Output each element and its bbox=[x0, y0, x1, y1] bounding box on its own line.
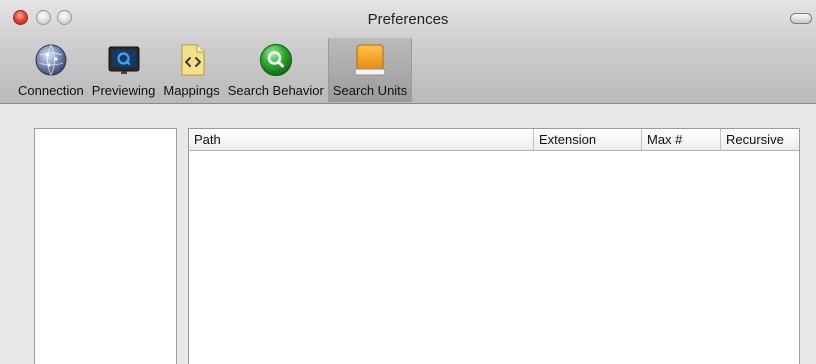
toolbar-item-search-behavior[interactable]: Search Behavior bbox=[224, 38, 328, 102]
toolbar-item-connection[interactable]: Connection bbox=[14, 38, 88, 102]
hard-drive-icon bbox=[352, 42, 388, 78]
table-header: Path Extension Max # Recursive bbox=[189, 129, 799, 151]
toolbar-label-search-units: Search Units bbox=[332, 83, 408, 98]
toolbar-item-previewing[interactable]: Previewing bbox=[88, 38, 160, 102]
toolbar-label-mappings: Mappings bbox=[163, 83, 220, 98]
globe-icon bbox=[33, 42, 69, 78]
toolbar-label-search-behavior: Search Behavior bbox=[227, 83, 324, 98]
search-units-list[interactable] bbox=[34, 128, 177, 364]
preferences-toolbar: Connection Previewing Mappings Search Be… bbox=[14, 38, 413, 102]
column-header-recursive[interactable]: Recursive bbox=[721, 129, 799, 150]
preferences-window: Preferences Connection Previewing Mappin… bbox=[0, 0, 816, 364]
magnifier-icon bbox=[258, 42, 294, 78]
toolbar-item-search-units[interactable]: Search Units bbox=[327, 38, 413, 102]
toolbar-toggle-button[interactable] bbox=[790, 13, 812, 24]
column-header-extension[interactable]: Extension bbox=[534, 129, 642, 150]
toolbar-item-mappings[interactable]: Mappings bbox=[159, 38, 223, 102]
toolbar-label-connection: Connection bbox=[18, 83, 84, 98]
search-units-table[interactable]: Path Extension Max # Recursive bbox=[188, 128, 800, 364]
window-title: Preferences bbox=[367, 11, 449, 28]
code-document-icon bbox=[174, 42, 210, 78]
monitor-icon bbox=[106, 42, 142, 78]
column-header-max[interactable]: Max # bbox=[642, 129, 721, 150]
toolbar-label-previewing: Previewing bbox=[91, 83, 156, 98]
title-bar: Preferences Connection Previewing Mappin… bbox=[0, 0, 816, 104]
column-header-path[interactable]: Path bbox=[189, 129, 534, 150]
search-units-pane: Path Extension Max # Recursive bbox=[0, 105, 816, 364]
